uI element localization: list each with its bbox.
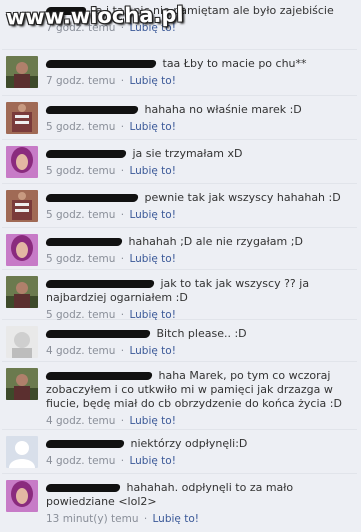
- comment-time[interactable]: 5 godz. temu: [46, 209, 115, 221]
- separator: ·: [120, 253, 125, 265]
- comment-meta: 4 godz. temu · Lubię to!: [46, 414, 351, 428]
- comment-text-line: hahahah. odpłynęli to za mało powiedzian…: [45, 481, 351, 509]
- comment-time[interactable]: 5 godz. temu: [46, 165, 115, 177]
- comment-text-line: hahaha no właśnie marek :D: [45, 103, 351, 117]
- comment-text-line: taa Łby to macie po chu**: [45, 57, 351, 71]
- comment-meta: 5 godz. temu · Lubię to!: [46, 252, 351, 266]
- redacted-author-name[interactable]: [45, 60, 157, 68]
- like-link[interactable]: Lubię to!: [129, 415, 175, 427]
- redacted-author-name[interactable]: [45, 484, 121, 492]
- comment-feed: Ja i tak nic nie pamiętam ale było zajeb…: [0, 0, 361, 532]
- avatar[interactable]: [6, 326, 38, 358]
- redacted-author-name[interactable]: [45, 194, 139, 202]
- comment-meta: 4 godz. temu · Lubię to!: [46, 454, 351, 468]
- comment-text: hahahah ;D ale nie rzygałam ;D: [128, 235, 303, 248]
- comment-time[interactable]: 4 godz. temu: [46, 415, 115, 427]
- comment-text: taa Łby to macie po chu**: [162, 57, 307, 70]
- comment-time[interactable]: 5 godz. temu: [46, 309, 115, 321]
- comment-time[interactable]: 5 godz. temu: [46, 253, 115, 265]
- separator: ·: [120, 345, 125, 357]
- comment-item: hahahah. odpłynęli to za mało powiedzian…: [2, 476, 357, 532]
- comment-meta: 5 godz. temu · Lubię to!: [46, 164, 351, 178]
- comment-text: Bitch please.. :D: [156, 327, 247, 340]
- comment-meta: 5 godz. temu · Lubię to!: [46, 120, 351, 134]
- like-link[interactable]: Lubię to!: [129, 121, 175, 133]
- like-link[interactable]: Lubię to!: [129, 309, 175, 321]
- comment-meta: 5 godz. temu · Lubię to!: [46, 208, 351, 222]
- redacted-author-name[interactable]: [45, 440, 125, 448]
- separator: ·: [120, 415, 125, 427]
- comment-meta: 5 godz. temu · Lubię to!: [46, 308, 351, 322]
- avatar[interactable]: [6, 146, 38, 178]
- separator: ·: [120, 165, 125, 177]
- comment-text-line: ja sie trzymałam xD: [45, 147, 351, 161]
- comment-item: Bitch please.. :D 4 godz. temu · Lubię t…: [2, 322, 357, 362]
- separator: ·: [120, 455, 125, 467]
- redacted-author-name[interactable]: [45, 238, 123, 246]
- avatar[interactable]: [6, 234, 38, 266]
- comment-meta: 13 minut(y) temu · Lubię to!: [46, 512, 351, 526]
- like-link[interactable]: Lubię to!: [153, 513, 199, 525]
- avatar[interactable]: [6, 56, 38, 88]
- comment-item: ja sie trzymałam xD 5 godz. temu · Lubię…: [2, 142, 357, 184]
- like-link[interactable]: Lubię to!: [129, 345, 175, 357]
- like-link[interactable]: Lubię to!: [129, 455, 175, 467]
- avatar[interactable]: [6, 368, 38, 400]
- comment-text-line: niektórzy odpłynęli:D: [45, 437, 351, 451]
- redacted-author-name[interactable]: [45, 150, 127, 158]
- comment-item: jak to tak jak wszyscy ?? ja najbardziej…: [2, 272, 357, 322]
- avatar[interactable]: [6, 436, 38, 468]
- separator: ·: [143, 513, 148, 525]
- like-link[interactable]: Lubię to!: [129, 209, 175, 221]
- separator: ·: [120, 309, 125, 321]
- comment-time[interactable]: 4 godz. temu: [46, 345, 115, 357]
- comment-text-line: Bitch please.. :D: [45, 327, 351, 341]
- comment-item: pewnie tak jak wszyscy hahahah :D 5 godz…: [2, 186, 357, 228]
- comment-time[interactable]: 5 godz. temu: [46, 121, 115, 133]
- like-link[interactable]: Lubię to!: [129, 75, 175, 87]
- comment-item: hahahah ;D ale nie rzygałam ;D 5 godz. t…: [2, 230, 357, 270]
- comment-text-line: jak to tak jak wszyscy ?? ja najbardziej…: [45, 277, 351, 305]
- separator: ·: [120, 121, 125, 133]
- comment-time[interactable]: 13 minut(y) temu: [46, 513, 138, 525]
- comment-text-line: hahahah ;D ale nie rzygałam ;D: [45, 235, 351, 249]
- comment-text: niektórzy odpłynęli:D: [130, 437, 248, 450]
- comment-text-line: pewnie tak jak wszyscy hahahah :D: [45, 191, 351, 205]
- comment-text: pewnie tak jak wszyscy hahahah :D: [144, 191, 341, 204]
- redacted-author-name[interactable]: [45, 330, 151, 338]
- comment-item: taa Łby to macie po chu** 7 godz. temu ·…: [2, 52, 357, 96]
- redacted-author-name[interactable]: [45, 106, 139, 114]
- redacted-author-name[interactable]: [45, 280, 155, 288]
- comment-item: hahaha no właśnie marek :D 5 godz. temu …: [2, 98, 357, 140]
- comment-item: haha Marek, po tym co wczoraj zobaczyłem…: [2, 364, 357, 430]
- comment-meta: 7 godz. temu · Lubię to!: [46, 74, 351, 88]
- comment-text: hahaha no właśnie marek :D: [144, 103, 302, 116]
- comment-time[interactable]: 7 godz. temu: [46, 75, 115, 87]
- separator: ·: [120, 209, 125, 221]
- redacted-author-name[interactable]: [45, 372, 153, 380]
- separator: ·: [120, 75, 125, 87]
- like-link[interactable]: Lubię to!: [129, 165, 175, 177]
- avatar[interactable]: [6, 276, 38, 308]
- avatar[interactable]: [6, 190, 38, 222]
- avatar[interactable]: [6, 102, 38, 134]
- comment-text: ja sie trzymałam xD: [132, 147, 243, 160]
- watermark-logo: www.wiocha.pl: [5, 2, 184, 30]
- comment-time[interactable]: 4 godz. temu: [46, 455, 115, 467]
- comment-text-line: haha Marek, po tym co wczoraj zobaczyłem…: [45, 369, 351, 411]
- like-link[interactable]: Lubię to!: [129, 253, 175, 265]
- avatar[interactable]: [6, 480, 38, 512]
- comment-meta: 4 godz. temu · Lubię to!: [46, 344, 351, 358]
- comment-item: niektórzy odpłynęli:D 4 godz. temu · Lub…: [2, 432, 357, 474]
